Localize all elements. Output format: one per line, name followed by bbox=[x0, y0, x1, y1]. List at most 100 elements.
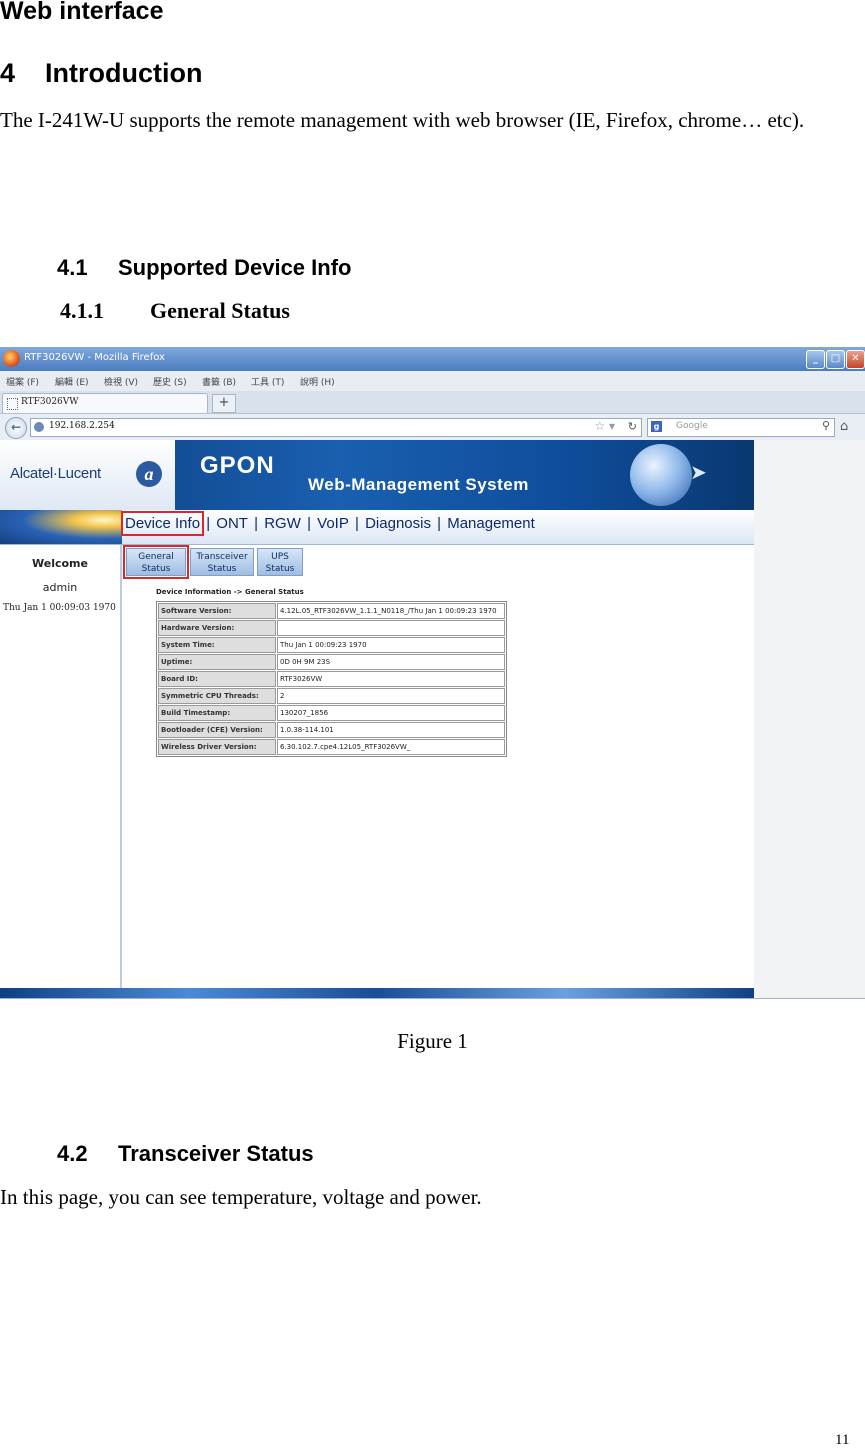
row-value: 2 bbox=[277, 688, 505, 704]
browser-navbar: ← 192.168.2.254 ☆ ▾ ↻ g Google ⚲ ⌂ bbox=[0, 414, 865, 441]
nav-device-info[interactable]: Device Info bbox=[120, 511, 205, 536]
home-icon[interactable]: ⌂ bbox=[840, 419, 848, 434]
nav-links: Device Info | ONT | RGW | VoIP | Diagnos… bbox=[120, 511, 535, 536]
row-value: 4.12L.05_RTF3026VW_1.1.1_N0118_/Thu Jan … bbox=[277, 603, 505, 619]
nav-rgw[interactable]: RGW bbox=[264, 515, 301, 532]
minimize-button[interactable]: _ bbox=[806, 350, 825, 369]
menu-view[interactable]: 檢視 (V) bbox=[104, 375, 138, 388]
new-tab-button[interactable]: + bbox=[212, 394, 236, 413]
maximize-button[interactable]: □ bbox=[826, 350, 845, 369]
menu-help[interactable]: 說明 (H) bbox=[300, 375, 335, 388]
subtab-transceiver-status[interactable]: Transceiver Status bbox=[190, 548, 254, 576]
search-input[interactable]: g Google ⚲ bbox=[647, 418, 835, 437]
browser-tab-title: RTF3026VW bbox=[21, 397, 79, 407]
figure-caption: Figure 1 bbox=[397, 1029, 468, 1053]
row-value: 0D 0H 9M 23S bbox=[277, 654, 505, 670]
device-info-table: Software Version: 4.12L.05_RTF3026VW_1.1.… bbox=[156, 601, 507, 757]
welcome-label: Welcome bbox=[32, 557, 88, 570]
menu-bookmarks[interactable]: 書籤 (B) bbox=[202, 375, 236, 388]
menu-file[interactable]: 檔案 (F) bbox=[6, 375, 39, 388]
row-key: Board ID: bbox=[158, 671, 276, 687]
row-value: 1.0.38-114.101 bbox=[277, 722, 505, 738]
subtab-label: Status bbox=[265, 564, 295, 574]
globe-icon bbox=[630, 444, 692, 506]
app-footer-bar bbox=[0, 988, 754, 998]
table-row: System Time: Thu Jan 1 00:09:23 1970 bbox=[158, 637, 505, 653]
site-identity-icon bbox=[34, 422, 44, 432]
row-value: RTF3026VW bbox=[277, 671, 505, 687]
row-key: Uptime: bbox=[158, 654, 276, 670]
menu-tools[interactable]: 工具 (T) bbox=[251, 375, 284, 388]
row-key: Wireless Driver Version: bbox=[158, 739, 276, 755]
row-key: System Time: bbox=[158, 637, 276, 653]
back-button[interactable]: ← bbox=[5, 417, 27, 439]
nav-separator: | bbox=[206, 515, 211, 532]
app-banner: Alcatel·Lucent a GPON Web-Management Sys… bbox=[0, 440, 754, 510]
section-4-2-paragraph: In this page, you can see temperature, v… bbox=[0, 1185, 482, 1209]
row-value: 6.30.102.7.cpe4.12L05_RTF3026VW_ bbox=[277, 739, 505, 755]
section-4-1-title: Supported Device Info bbox=[118, 255, 352, 280]
arrow-icon: ➤ bbox=[690, 460, 707, 484]
url-bar[interactable]: 192.168.2.254 ☆ ▾ ↻ bbox=[30, 418, 642, 437]
nav-management[interactable]: Management bbox=[447, 515, 535, 532]
subtab-label: Transceiver bbox=[196, 552, 248, 562]
username: admin bbox=[42, 581, 78, 594]
section-4-1-number: 4.1 bbox=[57, 255, 88, 280]
page-icon bbox=[7, 398, 18, 410]
system-clock: Thu Jan 1 00:09:03 1970 bbox=[3, 603, 116, 613]
nav-voip[interactable]: VoIP bbox=[317, 515, 349, 532]
browser-tab[interactable]: RTF3026VW bbox=[2, 393, 208, 413]
page-number: 11 bbox=[835, 1432, 850, 1448]
nav-separator: | bbox=[355, 515, 359, 532]
breadcrumb: Device Information -> General Status bbox=[156, 588, 304, 596]
table-row: Uptime: 0D 0H 9M 23S bbox=[158, 654, 505, 670]
table-row: Software Version: 4.12L.05_RTF3026VW_1.1.… bbox=[158, 603, 505, 619]
reload-icon[interactable]: ↻ bbox=[628, 420, 637, 433]
row-key: Symmetric CPU Threads: bbox=[158, 688, 276, 704]
table-row: Board ID: RTF3026VW bbox=[158, 671, 505, 687]
row-key: Hardware Version: bbox=[158, 620, 276, 636]
subtab-ups-status[interactable]: UPS Status bbox=[257, 548, 303, 576]
brand-logo: Alcatel·Lucent a bbox=[0, 440, 175, 510]
bookmark-star-icon[interactable]: ☆ ▾ bbox=[594, 419, 615, 433]
brand-mark-icon: a bbox=[136, 461, 162, 487]
row-value: 130207_1856 bbox=[277, 705, 505, 721]
intro-paragraph: The I-241W-U supports the remote managem… bbox=[0, 108, 805, 132]
row-key: Bootloader (CFE) Version: bbox=[158, 722, 276, 738]
brand-name: Alcatel·Lucent bbox=[10, 465, 101, 482]
section-4-1-1-number: 4.1.1 bbox=[60, 298, 104, 323]
subtab-label: Status bbox=[207, 564, 237, 574]
app-subtitle: Web-Management System bbox=[308, 475, 529, 494]
menu-history[interactable]: 歷史 (S) bbox=[153, 375, 187, 388]
table-row: Wireless Driver Version: 6.30.102.7.cpe4.… bbox=[158, 739, 505, 755]
app-nav: Device Info | ONT | RGW | VoIP | Diagnos… bbox=[0, 510, 754, 545]
section-4-1-1-title: General Status bbox=[150, 298, 290, 323]
row-value: Thu Jan 1 00:09:23 1970 bbox=[277, 637, 505, 653]
browser-menubar: 檔案 (F) 編輯 (E) 檢視 (V) 歷史 (S) 書籤 (B) 工具 (T… bbox=[0, 371, 865, 391]
browser-blank-area bbox=[754, 440, 865, 998]
nav-ont[interactable]: ONT bbox=[216, 515, 248, 532]
row-value bbox=[277, 620, 505, 636]
menu-edit[interactable]: 編輯 (E) bbox=[55, 375, 89, 388]
subtab-label: UPS bbox=[271, 552, 289, 562]
table-row: Symmetric CPU Threads: 2 bbox=[158, 688, 505, 704]
app-sidebar: Welcome admin Thu Jan 1 00:09:03 1970 bbox=[0, 545, 122, 988]
figure-screenshot: RTF3026VW - Mozilla Firefox _ □ ✕ 檔案 (F)… bbox=[0, 347, 865, 999]
google-g-icon[interactable]: g bbox=[651, 421, 662, 432]
nav-diagnosis[interactable]: Diagnosis bbox=[365, 515, 431, 532]
close-button[interactable]: ✕ bbox=[846, 350, 865, 369]
row-key: Build Timestamp: bbox=[158, 705, 276, 721]
magnifier-icon[interactable]: ⚲ bbox=[822, 419, 830, 432]
section-4-title: Introduction bbox=[45, 58, 203, 88]
browser-window-title: RTF3026VW - Mozilla Firefox bbox=[24, 352, 165, 363]
nav-decoration bbox=[0, 510, 122, 544]
table-row: Build Timestamp: 130207_1856 bbox=[158, 705, 505, 721]
url-text: 192.168.2.254 bbox=[49, 421, 115, 431]
nav-separator: | bbox=[437, 515, 442, 532]
document-heading: Web interface bbox=[0, 0, 164, 25]
nav-separator: | bbox=[307, 515, 311, 532]
subtab-label: Status bbox=[141, 564, 171, 574]
browser-tabbar: RTF3026VW + bbox=[0, 391, 865, 414]
browser-titlebar: RTF3026VW - Mozilla Firefox _ □ ✕ bbox=[0, 347, 865, 371]
subtab-general-status[interactable]: General Status bbox=[123, 545, 189, 579]
